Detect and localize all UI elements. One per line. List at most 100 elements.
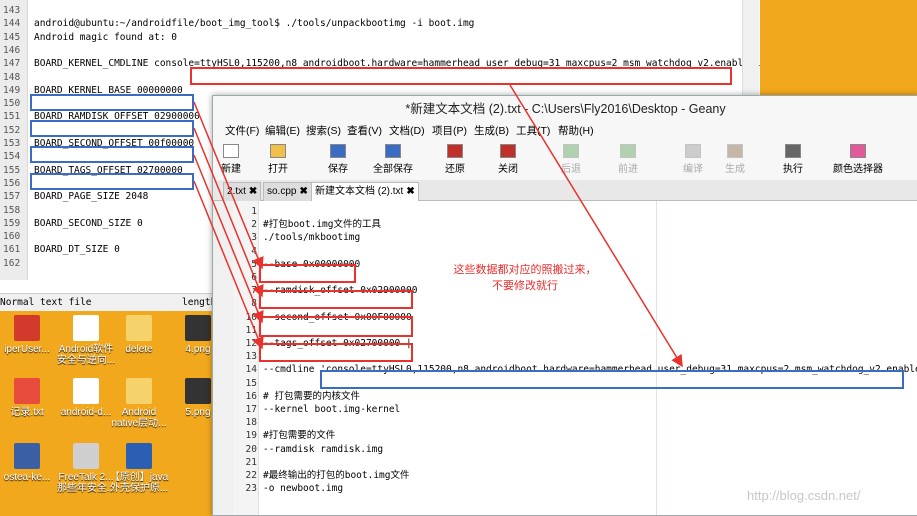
long-line-marker	[656, 201, 657, 515]
toolbar-button-label: 前进	[618, 164, 638, 175]
line-number: 150	[3, 98, 21, 110]
line-number: 11	[245, 324, 257, 336]
file-icon	[73, 378, 99, 404]
toolbar-button[interactable]: 编译	[683, 142, 703, 175]
toolbar-button[interactable]: 新建	[221, 142, 241, 175]
file-icon	[185, 315, 211, 341]
menu-item[interactable]: 查看(V)	[347, 122, 382, 140]
line-number: 5	[251, 258, 257, 270]
toolbar-button-label: 保存	[328, 164, 348, 175]
tab-label: so.cpp	[267, 186, 297, 197]
toolbar-button[interactable]: 关闭	[498, 142, 518, 175]
line-number: 162	[3, 257, 21, 269]
line-number: 145	[3, 31, 21, 43]
highlight-ramdisk-target	[259, 290, 413, 309]
close-icon[interactable]: ✖	[249, 186, 257, 197]
line-number: 22	[245, 470, 257, 481]
file-icon	[126, 378, 152, 404]
menu-item[interactable]: 编辑(E)	[265, 122, 300, 140]
new-file-icon	[223, 144, 239, 158]
toolbar-button[interactable]: 全部保存	[373, 142, 413, 175]
toolbar-button[interactable]: 生成	[725, 142, 745, 175]
line-number: 17	[245, 404, 257, 415]
tab-label: 2.txt	[227, 186, 246, 197]
line-number: 154	[3, 151, 21, 163]
open-folder-icon	[270, 144, 286, 158]
toolbar-button-label: 还原	[445, 164, 465, 175]
toolbar-button[interactable]: 还原	[445, 142, 465, 175]
line-number: 153	[3, 138, 21, 149]
desktop-icon[interactable]: iperUser...	[0, 315, 58, 355]
close-icon[interactable]: ✖	[406, 186, 414, 197]
toolbar-button-label: 关闭	[498, 164, 518, 175]
desktop-icon[interactable]: delete	[108, 315, 170, 355]
save-icon	[330, 144, 346, 158]
build-icon	[727, 144, 743, 158]
line-text: BOARD_DT_SIZE 0	[34, 244, 120, 256]
toolbar-button[interactable]: 执行	[783, 142, 803, 175]
desktop-icon-label: 4.png	[185, 344, 211, 355]
editor-tab[interactable]: 2.txt ✖	[223, 182, 262, 201]
annotation-note-line2: 不要修改就行	[492, 280, 558, 292]
toolbar-button[interactable]: 前进	[618, 142, 638, 175]
highlight-tags-target	[259, 343, 413, 362]
highlight-base-target	[259, 264, 356, 283]
line-text: --kernel boot.img-kernel	[263, 404, 401, 415]
desktop-icon[interactable]: Android native层动...	[108, 378, 170, 429]
close-icon[interactable]: ✖	[299, 186, 307, 197]
line-number: 152	[3, 124, 21, 136]
highlight-kernel-base-source	[30, 94, 194, 111]
file-icon	[185, 378, 211, 404]
line-number: 147	[3, 58, 21, 70]
annotation-note: 这些数据都对应的照搬过来， 不要修改就行	[440, 262, 610, 294]
line-number: 146	[3, 44, 21, 56]
desktop-icon[interactable]: 记录.txt	[0, 378, 58, 418]
status-bar: Normal text file length	[0, 293, 216, 311]
highlight-second-offset-source	[30, 146, 194, 163]
line-text: Android magic found at: 0	[34, 31, 177, 43]
file-icon	[14, 378, 40, 404]
toolbar-button[interactable]: 后退	[561, 142, 581, 175]
tab-label: 新建文本文档 (2).txt	[315, 186, 404, 197]
desktop-icon-label: iperUser...	[4, 344, 50, 355]
watermark: http://blog.csdn.net/	[747, 488, 861, 503]
menu-item[interactable]: 生成(B)	[474, 122, 509, 140]
toolbar-button-label: 新建	[221, 164, 241, 175]
tab-bar: 2.txt ✖ so.cpp ✖ 新建文本文档 (2).txt ✖	[213, 180, 917, 201]
desktop-icon-label: delete	[125, 344, 153, 355]
menu-item[interactable]: 文件(F)	[225, 122, 259, 140]
revert-icon	[447, 144, 463, 158]
editor-tab[interactable]: so.cpp ✖	[263, 182, 312, 201]
line-number: 16	[245, 390, 257, 402]
file-icon	[14, 443, 40, 469]
desktop-icon-label: ostea-ke...	[3, 472, 51, 483]
line-text: ./tools/mkbootimg	[263, 232, 361, 244]
menu-item[interactable]: 搜索(S)	[306, 122, 341, 140]
line-number: 159	[3, 217, 21, 229]
menu-item[interactable]: 项目(P)	[432, 122, 467, 140]
desktop-icon[interactable]: ostea-ke...	[0, 443, 58, 483]
line-text: --ramdisk ramdisk.img	[263, 443, 384, 455]
toolbar-button-label: 执行	[783, 164, 803, 175]
line-number: 4	[251, 245, 257, 257]
menu-item[interactable]: 帮助(H)	[558, 122, 594, 140]
toolbar-button[interactable]: 颜色选择器	[833, 142, 883, 175]
highlight-cmdline-target	[320, 370, 904, 389]
highlight-ramdisk-offset-source	[30, 120, 194, 137]
toolbar-button[interactable]: 打开	[268, 142, 288, 175]
line-number: 155	[3, 164, 21, 176]
editor-tab[interactable]: 新建文本文档 (2).txt ✖	[311, 182, 419, 201]
toolbar-button-label: 后退	[561, 164, 581, 175]
toolbar-button-label: 全部保存	[373, 164, 413, 175]
menu-item[interactable]: 工具(T)	[516, 122, 550, 140]
line-text: #最终输出的打包的boot.img文件	[263, 470, 410, 481]
desktop-icon[interactable]: 【原创】java 外壳保护原...	[108, 443, 170, 494]
line-number: 151	[3, 111, 21, 123]
menu-item[interactable]: 文档(D)	[389, 122, 425, 140]
toolbar-button[interactable]: 保存	[328, 142, 348, 175]
line-number: 19	[245, 430, 257, 442]
line-number: 13	[245, 351, 257, 363]
line-number: 7	[251, 285, 257, 297]
line-number: 23	[245, 483, 257, 495]
file-icon	[73, 315, 99, 341]
